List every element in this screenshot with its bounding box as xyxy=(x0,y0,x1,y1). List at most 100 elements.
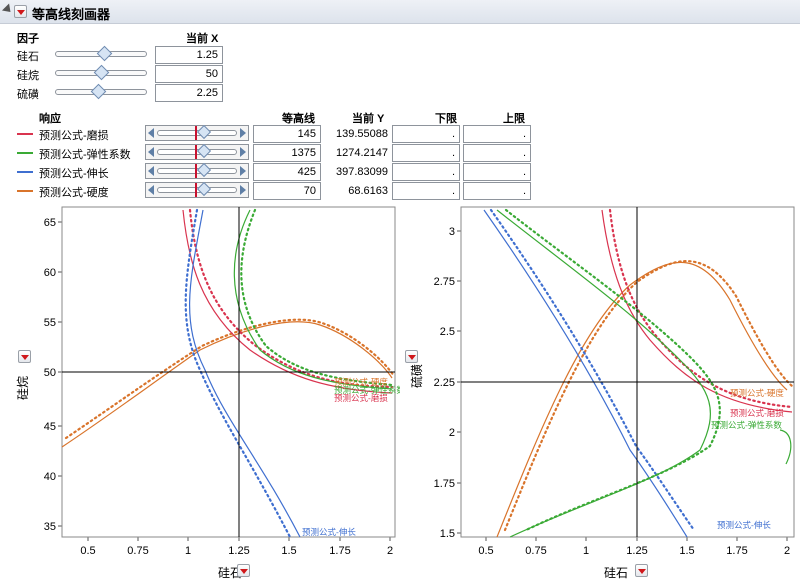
x-tick-label: 0.5 xyxy=(80,545,95,557)
slider-left-arrow-icon[interactable] xyxy=(148,166,154,176)
factors-header: 因子 xyxy=(17,33,39,45)
x-tick-label: 1.25 xyxy=(626,545,647,557)
red-triangle-menu-icon[interactable] xyxy=(14,5,27,18)
current-value-marker xyxy=(195,164,197,178)
current-x-header: 当前 X xyxy=(186,33,219,45)
y-tick-label: 3 xyxy=(449,226,455,238)
x-tick-label: 0.75 xyxy=(127,545,148,557)
collapse-disclosure-icon[interactable] xyxy=(1,3,15,16)
slider-right-arrow-icon[interactable] xyxy=(240,128,246,138)
y-tick-label: 50 xyxy=(44,367,56,379)
current-y-value: 139.55088 xyxy=(336,128,388,140)
current-value-marker xyxy=(195,126,197,140)
y-tick-label: 2.75 xyxy=(434,276,455,288)
y-tick-label: 35 xyxy=(44,521,56,533)
response-slider[interactable] xyxy=(145,181,249,198)
slider-left-arrow-icon[interactable] xyxy=(148,147,154,157)
contour-header: 等高线 xyxy=(282,113,315,125)
plot1-label-elongation: 预测公式-伸长 xyxy=(302,527,356,537)
contour-value-input[interactable]: 425 xyxy=(253,163,321,181)
upper-limit-input[interactable]: . xyxy=(463,182,531,200)
response-label: 预测公式-弹性系数 xyxy=(39,149,131,161)
plot2-label-hardness: 预测公式-硬度 xyxy=(730,388,784,398)
factor-slider-thumb[interactable] xyxy=(93,64,110,81)
factor-value-input[interactable]: 50 xyxy=(155,65,223,83)
factor-slider-thumb[interactable] xyxy=(96,45,113,62)
x-tick-label: 1 xyxy=(185,545,191,557)
slider-right-arrow-icon[interactable] xyxy=(240,185,246,195)
x-tick-label: 0.75 xyxy=(525,545,546,557)
y-tick-label: 60 xyxy=(44,267,56,279)
x-tick-label: 2 xyxy=(784,545,790,557)
upper-limit-input[interactable]: . xyxy=(463,163,531,181)
plot1-x-red-triangle-icon[interactable] xyxy=(237,564,250,577)
contour-value-input[interactable]: 70 xyxy=(253,182,321,200)
y-tick-label: 65 xyxy=(44,217,56,229)
plot2-label-abrasion: 预测公式-磨损 xyxy=(730,408,784,418)
response-slider-thumb[interactable] xyxy=(196,181,212,197)
x-tick-label: 1.25 xyxy=(228,545,249,557)
plot2-x-red-triangle-icon[interactable] xyxy=(635,564,648,577)
lower-limit-input[interactable]: . xyxy=(392,182,460,200)
current-value-marker xyxy=(195,183,197,197)
contour-value-input[interactable]: 145 xyxy=(253,125,321,143)
lower-limit-input[interactable]: . xyxy=(392,144,460,162)
plot1-y-red-triangle-icon[interactable] xyxy=(18,350,31,363)
slider-right-arrow-icon[interactable] xyxy=(240,147,246,157)
factor-slider-thumb[interactable] xyxy=(90,83,107,100)
y-tick-label: 2.25 xyxy=(434,377,455,389)
response-slider-thumb[interactable] xyxy=(196,143,212,159)
lower-limit-input[interactable]: . xyxy=(392,163,460,181)
x-tick-label: 1.5 xyxy=(679,545,694,557)
x-tick-label: 2 xyxy=(387,545,393,557)
plot2-label-elongation: 预测公式-伸长 xyxy=(717,520,771,530)
response-color-swatch xyxy=(17,171,33,173)
response-color-swatch xyxy=(17,152,33,154)
y-tick-label: 2.5 xyxy=(440,326,455,338)
contour-value-input[interactable]: 1375 xyxy=(253,144,321,162)
upper-limit-header: 上限 xyxy=(503,113,525,125)
response-slider[interactable] xyxy=(145,124,249,141)
response-slider-thumb[interactable] xyxy=(196,124,212,140)
plot1-label-abrasion: 预测公式-磨损 xyxy=(334,393,388,403)
factor-label: 硅烷 xyxy=(17,70,39,82)
y-tick-label: 55 xyxy=(44,317,56,329)
current-y-value: 68.6163 xyxy=(348,185,388,197)
plot2-xlabel: 硅石 xyxy=(604,566,628,580)
slider-left-arrow-icon[interactable] xyxy=(148,185,154,195)
title-bar: 等高线刻画器 xyxy=(0,0,800,24)
lower-limit-header: 下限 xyxy=(435,113,457,125)
factor-label: 硅石 xyxy=(17,51,39,63)
lower-limit-input[interactable]: . xyxy=(392,125,460,143)
response-header: 响应 xyxy=(39,113,61,125)
contour-plot-silica-sulfur: 0.5 0.75 1 1.25 1.5 1.75 2 1.5 1.75 2 2.25 2.5 2.75 3… xyxy=(409,206,795,580)
response-label: 预测公式-硬度 xyxy=(39,187,109,199)
slider-left-arrow-icon[interactable] xyxy=(148,128,154,138)
response-color-swatch xyxy=(17,190,33,192)
response-slider[interactable] xyxy=(145,143,249,160)
current-y-value: 1274.2147 xyxy=(336,147,388,159)
y-tick-label: 45 xyxy=(44,421,56,433)
y-tick-label: 2 xyxy=(449,427,455,439)
x-tick-label: 0.5 xyxy=(478,545,493,557)
response-slider-thumb[interactable] xyxy=(196,162,212,178)
factor-value-input[interactable]: 1.25 xyxy=(155,46,223,64)
plot1-ylabel: 硅烷 xyxy=(16,376,30,400)
response-label: 预测公式-伸长 xyxy=(39,168,109,180)
factor-label: 硫磺 xyxy=(17,89,39,101)
plot2-label-modulus: 预测公式-弹性系数 xyxy=(711,420,782,430)
x-tick-label: 1.75 xyxy=(329,545,350,557)
report-title: 等高线刻画器 xyxy=(32,7,111,22)
contour-plot-silica-silane: 0.5 0.75 1 1.25 1.5 1.75 2 35 40 45 50 55 60 65 预测公式-… xyxy=(16,206,400,580)
x-tick-label: 1.5 xyxy=(281,545,296,557)
slider-right-arrow-icon[interactable] xyxy=(240,166,246,176)
x-tick-label: 1 xyxy=(583,545,589,557)
upper-limit-input[interactable]: . xyxy=(463,125,531,143)
plot2-y-red-triangle-icon[interactable] xyxy=(405,350,418,363)
y-tick-label: 40 xyxy=(44,471,56,483)
upper-limit-input[interactable]: . xyxy=(463,144,531,162)
y-tick-label: 1.75 xyxy=(434,478,455,490)
current-value-marker xyxy=(195,145,197,159)
factor-value-input[interactable]: 2.25 xyxy=(155,84,223,102)
response-slider[interactable] xyxy=(145,162,249,179)
